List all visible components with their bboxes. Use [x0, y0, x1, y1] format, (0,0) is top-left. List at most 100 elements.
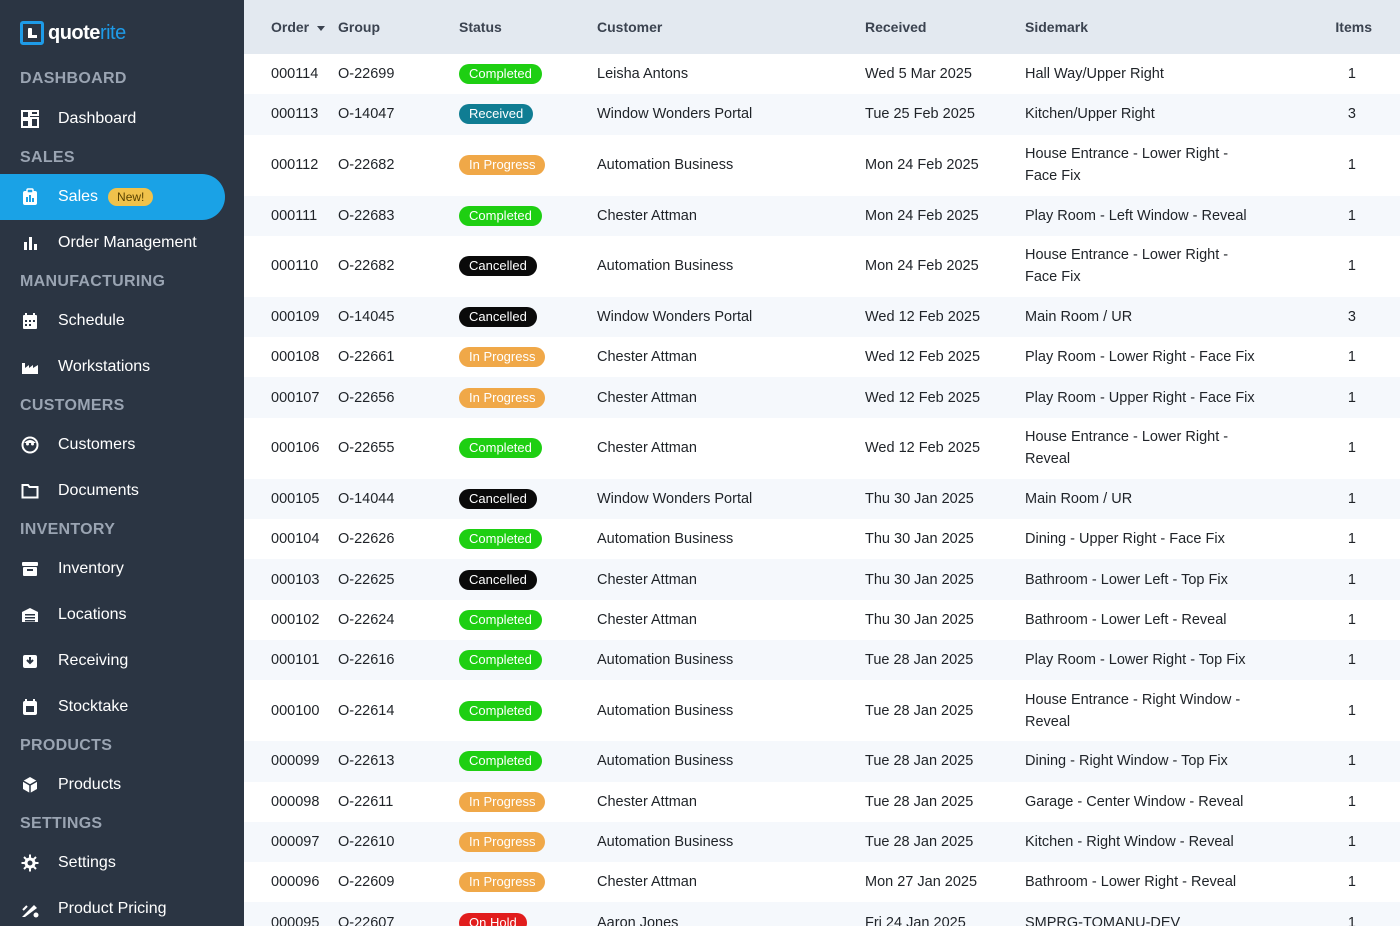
cell-group: O-22655 — [338, 440, 395, 457]
cell-items: 1 — [1347, 157, 1356, 174]
cell-order: 000099 — [271, 753, 320, 770]
archive-box-icon — [20, 559, 40, 579]
column-header-items[interactable]: Items — [1280, 0, 1400, 54]
table-row[interactable]: 000110 O-22682 Cancelled Automation Busines… — [244, 236, 1400, 297]
cell-sidemark: Bathroom - Lower Left - Top Fix — [1025, 571, 1228, 588]
cell-status: Completed — [459, 196, 597, 236]
cell-order: 000110 — [271, 258, 319, 275]
app-logo[interactable]: quoterite — [20, 20, 126, 46]
cell-order: 000108 — [271, 349, 320, 366]
table-row[interactable]: 000106 O-22655 Completed Chester Attman Wed … — [244, 418, 1400, 479]
cell-status: Received — [459, 94, 597, 134]
table-row[interactable]: 000109 O-14045 Cancelled Window Wonders Por… — [244, 296, 1400, 338]
sidebar-item-sales[interactable]: Sales New! — [0, 174, 225, 220]
cell-group: O-22614 — [338, 702, 395, 719]
sidebar-item-stocktake[interactable]: Stocktake — [0, 684, 225, 730]
sidebar-item-customers[interactable]: Customers — [0, 422, 225, 468]
cell-items: 1 — [1347, 349, 1356, 366]
column-header-customer[interactable]: Customer — [597, 0, 865, 54]
status-badge: Completed — [459, 650, 542, 671]
cell-group: O-22609 — [338, 874, 395, 891]
table-row[interactable]: 000100 O-22614 Completed Automation Busines… — [244, 680, 1400, 741]
cell-items: 1 — [1347, 440, 1356, 457]
sidebar-item-schedule[interactable]: Schedule — [0, 298, 225, 344]
cell-sidemark: Play Room - Left Window - Reveal — [1025, 207, 1247, 224]
table-row[interactable]: 000102 O-22624 Completed Chester Attman Thu … — [244, 600, 1400, 640]
sidebar-item-documents[interactable]: Documents — [0, 468, 225, 514]
sidebar-item-label: Stocktake — [58, 698, 129, 715]
cell-items: 1 — [1347, 793, 1356, 810]
sidebar-item-workstations[interactable]: Workstations — [0, 344, 225, 390]
sidebar-item-settings[interactable]: Settings — [0, 840, 225, 886]
bar-chart-icon — [20, 233, 40, 253]
sidebar-item-label: Workstations — [58, 358, 151, 375]
cell-sidemark: Garage - Center Window - Reveal — [1025, 793, 1244, 810]
table-row[interactable]: 000111 O-22683 Completed Chester Attman Mon … — [244, 195, 1400, 236]
table-row[interactable]: 000101 O-22616 Completed Automation Busines… — [244, 639, 1400, 681]
sidebar-item-product-pricing[interactable]: Product Pricing — [0, 886, 225, 926]
status-badge: Completed — [459, 529, 542, 550]
cell-received: Wed 12 Feb 2025 — [865, 440, 981, 457]
table-row[interactable]: 000103 O-22625 Cancelled Chester Attman Thu … — [244, 559, 1400, 600]
cell-customer: Window Wonders Portal — [597, 309, 753, 326]
cell-status: Completed — [459, 600, 597, 640]
section-label-inventory: INVENTORY — [20, 521, 116, 538]
cell-received: Mon 24 Feb 2025 — [865, 157, 979, 174]
cell-sidemark: Kitchen - Right Window - Reveal — [1025, 834, 1234, 850]
sidebar-item-receiving[interactable]: Receiving — [0, 638, 225, 684]
column-header-group[interactable]: Group — [338, 0, 459, 54]
sidebar-item-locations[interactable]: Locations — [0, 592, 225, 638]
sidebar-item-products[interactable]: Products — [0, 762, 225, 808]
column-header-received[interactable]: Received — [865, 0, 1025, 54]
cell-status: Cancelled — [459, 297, 597, 337]
table-row[interactable]: 000104 O-22626 Completed Automation Busines… — [244, 519, 1400, 559]
column-header-order[interactable]: Order — [244, 0, 338, 54]
table-row[interactable]: 000097 O-22610 In Progress Automation Busin… — [244, 821, 1400, 863]
cell-status: In Progress — [459, 377, 597, 417]
cell-order: 000112 — [271, 157, 319, 174]
sidebar-item-dashboard[interactable]: Dashboard — [0, 96, 225, 142]
table-row[interactable]: 000114 O-22699 Completed Leisha Antons Wed 5… — [244, 54, 1400, 94]
status-badge: On Hold — [459, 912, 527, 926]
cube-icon — [20, 775, 40, 795]
table-row[interactable]: 000099 O-22613 Completed Automation Busines… — [244, 741, 1400, 782]
column-header-status[interactable]: Status — [459, 0, 597, 54]
cell-order: 000102 — [271, 611, 320, 628]
cell-items: 3 — [1347, 106, 1356, 123]
cell-sidemark: Main Room / UR — [1025, 490, 1133, 507]
cell-items: 1 — [1347, 531, 1356, 548]
cell-customer: Window Wonders Portal — [597, 490, 753, 507]
status-badge: In Progress — [459, 791, 546, 812]
cell-customer: Chester Attman — [597, 611, 697, 628]
sidebar-item-order-management[interactable]: Order Management — [0, 220, 225, 266]
cell-received: Mon 24 Feb 2025 — [865, 258, 979, 275]
section-label-dashboard: DASHBOARD — [20, 70, 127, 87]
cell-status: Cancelled — [459, 236, 597, 297]
cell-status: Completed — [459, 640, 597, 680]
cell-group: O-22699 — [338, 66, 395, 83]
sidebar-item-label: Product Pricing — [58, 900, 167, 917]
status-badge: Completed — [459, 609, 542, 630]
sidebar-item-label: Settings — [58, 854, 116, 871]
cell-group: O-22611 — [338, 793, 394, 810]
column-header-sidemark[interactable]: Sidemark — [1025, 0, 1280, 54]
sidebar-item-inventory[interactable]: Inventory — [0, 546, 225, 592]
table-row[interactable]: 000108 O-22661 In Progress Chester Attman We… — [244, 337, 1400, 377]
table-row[interactable]: 000095 O-22607 On Hold Aaron Jones Fri 24 Ja… — [244, 902, 1400, 926]
cell-items: 1 — [1347, 571, 1356, 588]
sort-desc-icon[interactable] — [317, 25, 326, 31]
cell-group: O-22616 — [338, 652, 395, 669]
sidebar-item-label: Documents — [58, 482, 139, 499]
table-row[interactable]: 000113 O-14047 Received Window Wonders Port… — [244, 94, 1400, 135]
table-row[interactable]: 000105 O-14044 Cancelled Window Wonders Por… — [244, 478, 1400, 520]
cell-sidemark: House Entrance - Lower Right - Face Fix — [1025, 146, 1229, 185]
cell-sidemark: Main Room / UR — [1025, 309, 1133, 326]
table-row[interactable]: 000112 O-22682 In Progress Automation Busin… — [244, 135, 1400, 196]
table-row[interactable]: 000098 O-22611 In Progress Chester Attman Tu… — [244, 782, 1400, 822]
cell-order: 000113 — [271, 106, 319, 123]
cell-items: 1 — [1347, 258, 1356, 275]
status-badge: In Progress — [459, 155, 546, 176]
table-row[interactable]: 000107 O-22656 In Progress Chester Attman We… — [244, 377, 1400, 418]
section-label-sales: SALES — [20, 149, 75, 166]
table-row[interactable]: 000096 O-22609 In Progress Chester Attman Mo… — [244, 862, 1400, 902]
